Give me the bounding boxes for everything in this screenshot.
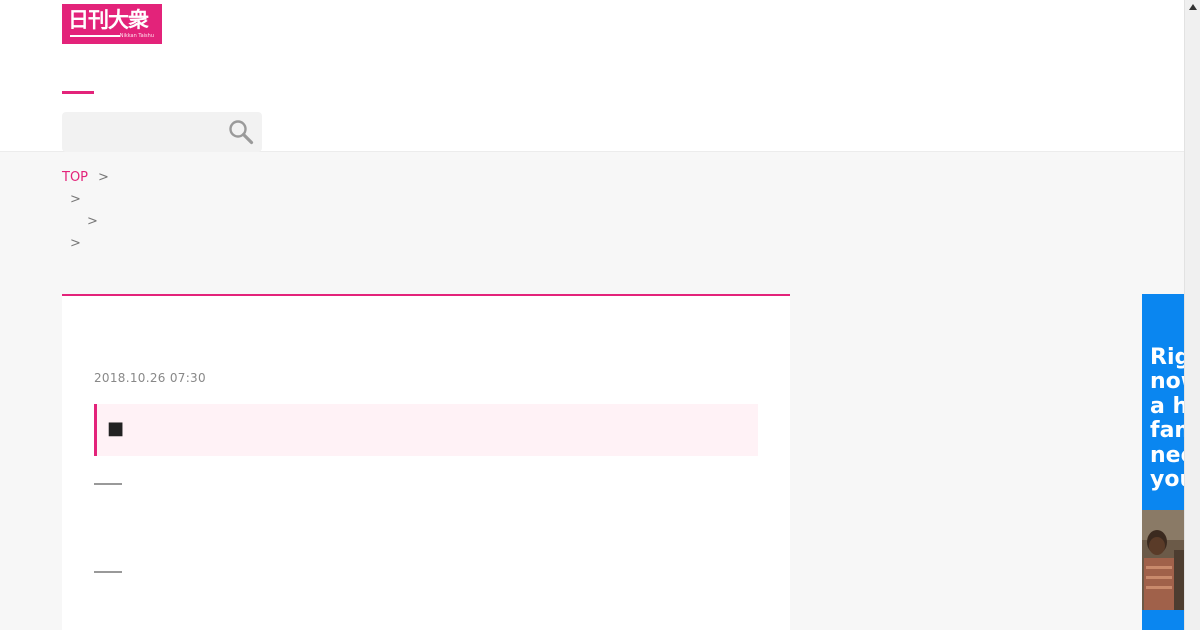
sidebar-ad[interactable]: Right now a hungry family needs you bbox=[1142, 294, 1184, 630]
logo-text: 日刊大衆 bbox=[68, 7, 149, 32]
article-date: 2018.10.26 07:30 bbox=[94, 371, 206, 385]
vertical-scrollbar[interactable] bbox=[1184, 0, 1200, 630]
breadcrumb-separator: > bbox=[70, 236, 81, 251]
search-box bbox=[62, 112, 262, 152]
lead-marker: ■ bbox=[107, 418, 125, 439]
breadcrumb-separator: > bbox=[98, 170, 109, 185]
logo-subtitle: Nikkan Taishu bbox=[119, 33, 154, 39]
article-dash: ―― bbox=[94, 564, 122, 580]
breadcrumb-separator: > bbox=[87, 214, 98, 229]
breadcrumb-top-link[interactable]: TOP bbox=[62, 170, 88, 186]
nav-active-indicator bbox=[62, 91, 94, 94]
article-lead-box: ■ bbox=[94, 404, 758, 456]
scroll-up-arrow-icon[interactable] bbox=[1188, 2, 1198, 12]
article-card: 2018.10.26 07:30 ■ ―― ―― bbox=[62, 294, 790, 630]
search-input[interactable] bbox=[62, 112, 222, 152]
ad-child-photo-icon bbox=[1142, 510, 1184, 610]
site-header: 日刊大衆 Nikkan Taishu bbox=[0, 0, 1184, 152]
site-logo[interactable]: 日刊大衆 Nikkan Taishu bbox=[62, 4, 162, 44]
ad-headline: Right now a hungry family needs you bbox=[1150, 345, 1184, 493]
article-dash: ―― bbox=[94, 476, 122, 492]
scrollbar-thumb[interactable] bbox=[1187, 14, 1198, 574]
breadcrumb-separator: > bbox=[70, 192, 81, 207]
logo-underline bbox=[70, 35, 120, 37]
search-icon[interactable] bbox=[228, 119, 254, 145]
